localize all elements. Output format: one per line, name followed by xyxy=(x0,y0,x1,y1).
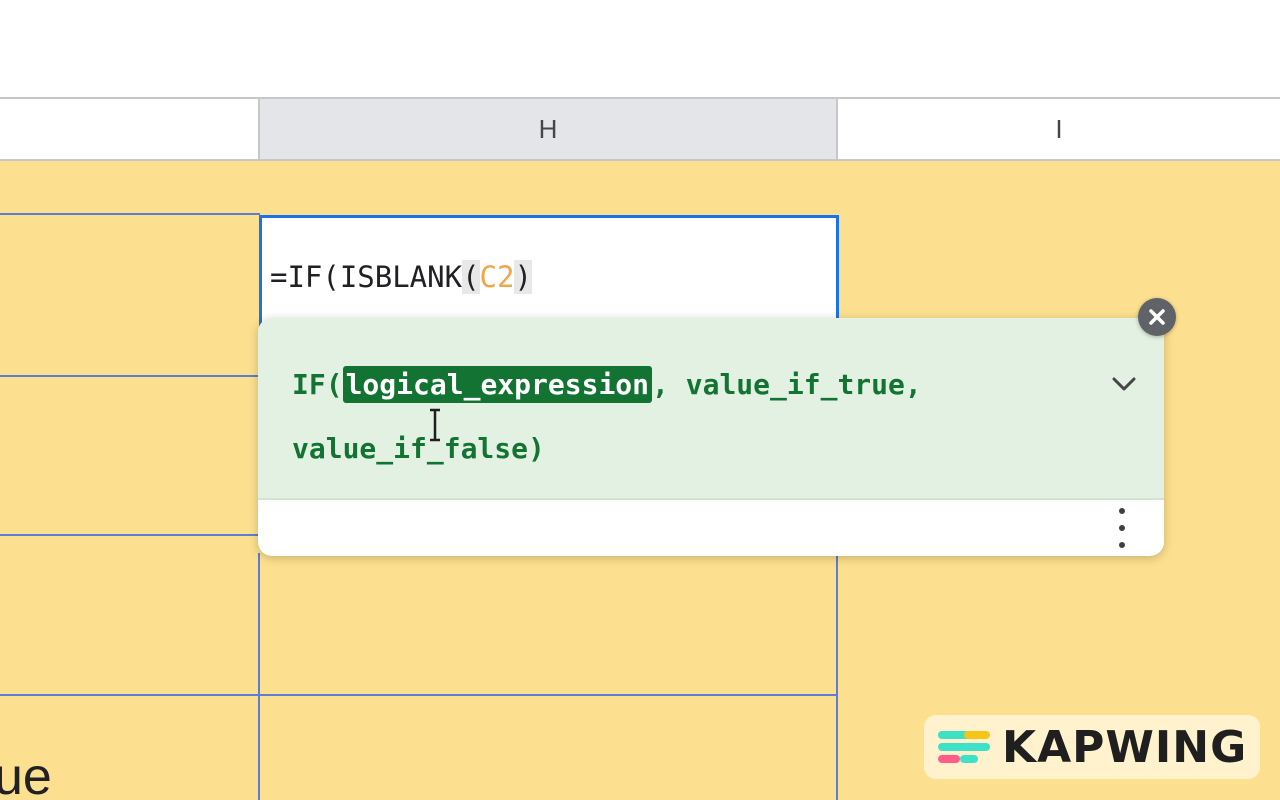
formula-function: =IF(ISBLANK xyxy=(270,260,463,294)
function-signature-line: IF(logical_expression, value_if_true, xyxy=(292,366,922,403)
watermark-text: KAPWING xyxy=(1002,721,1248,773)
more-vert-icon[interactable] xyxy=(1112,508,1132,548)
row-gridline xyxy=(0,534,260,536)
kapwing-logo-icon xyxy=(938,727,992,767)
column-header-label: H xyxy=(538,113,558,144)
row-gridline xyxy=(0,213,260,215)
formula-cell-reference: C2 xyxy=(479,260,515,294)
chevron-down-icon[interactable] xyxy=(1108,368,1140,400)
function-hint-popup: IF(logical_expression, value_if_true, va… xyxy=(258,318,1164,556)
active-cell-editor[interactable]: =IF(ISBLANK(C2) xyxy=(259,215,839,327)
close-icon[interactable] xyxy=(1138,298,1176,336)
function-arguments: , value_if_true, xyxy=(652,368,922,401)
column-header-label: I xyxy=(1055,113,1063,144)
formula-paren: ) xyxy=(514,260,532,294)
function-signature-panel[interactable]: IF(logical_expression, value_if_true, va… xyxy=(258,318,1164,500)
row-gridline xyxy=(0,694,838,696)
column-header-row: H I xyxy=(0,97,1280,161)
column-gridline xyxy=(836,553,838,800)
kapwing-watermark: KAPWING xyxy=(924,715,1260,779)
function-signature-line: value_if_false) xyxy=(292,432,545,465)
formula-text[interactable]: =IF(ISBLANK(C2) xyxy=(270,260,532,294)
column-gridline xyxy=(258,553,260,800)
active-argument: logical_expression xyxy=(342,366,653,403)
text-cursor-icon xyxy=(427,408,443,442)
column-header-i[interactable]: I xyxy=(838,99,1280,159)
column-header-g[interactable] xyxy=(0,99,260,159)
column-header-h[interactable]: H xyxy=(260,99,838,159)
formula-paren: ( xyxy=(462,260,480,294)
row-gridline xyxy=(0,375,260,377)
spreadsheet-screen: H I ue =IF(ISBLANK(C2) IF(logical_expres… xyxy=(0,0,1280,800)
function-name: IF( xyxy=(292,368,343,401)
cell-value-text: ue xyxy=(0,748,52,800)
